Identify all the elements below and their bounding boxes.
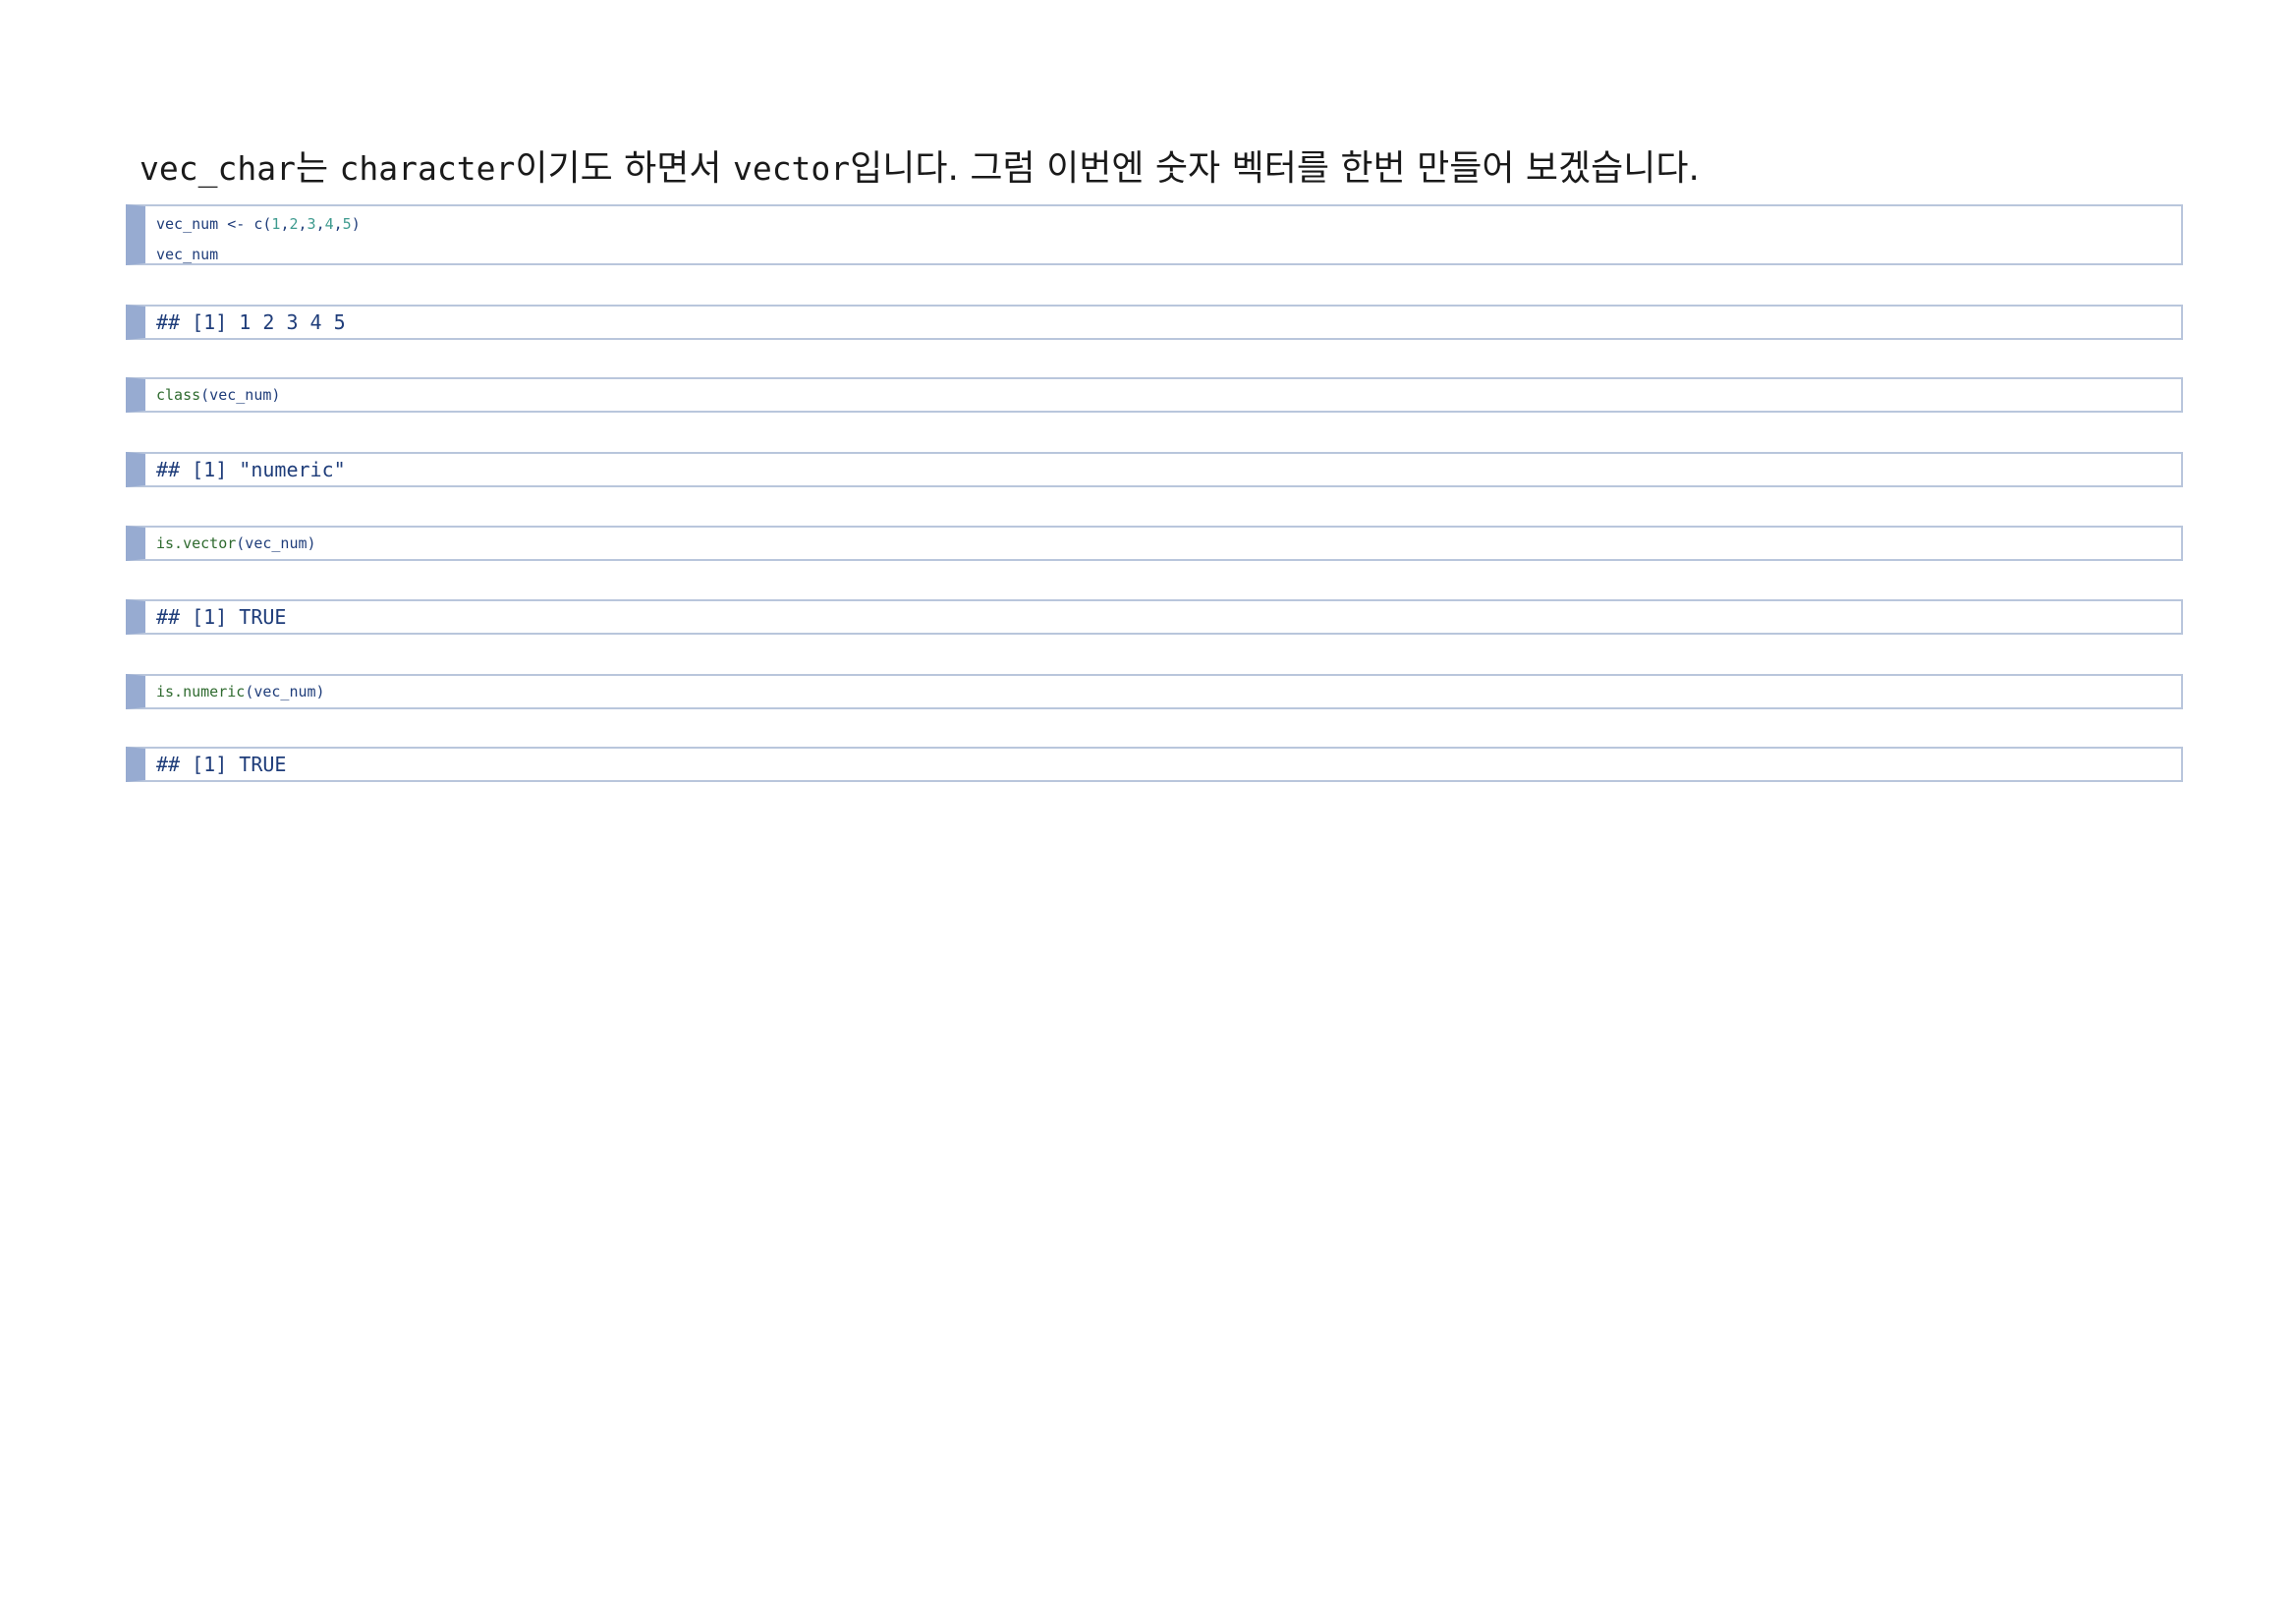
output-block-is-numeric[interactable]: ## [1] TRUE (126, 747, 2183, 782)
number-literal: 2 (289, 215, 299, 233)
code-token: vec_num (156, 246, 219, 263)
number-literal: 5 (342, 215, 352, 233)
intro-text-1: 는 (295, 148, 340, 189)
code-token: vec_num <- c( (156, 215, 272, 233)
code-block-is-vector[interactable]: is.vector(vec_num) (126, 526, 2183, 561)
code-block-is-numeric[interactable]: is.numeric(vec_num) (126, 674, 2183, 709)
function-name: is.numeric (156, 683, 246, 700)
intro-text-2: 이기도 하면서 (515, 148, 733, 189)
output-block-is-vector[interactable]: ## [1] TRUE (126, 599, 2183, 635)
code-block-assign[interactable]: vec_num <- c(1,2,3,4,5) vec_num (126, 204, 2183, 265)
inline-code-character: character (339, 149, 516, 188)
inline-code-vec-char: vec_char (140, 149, 296, 188)
code-line: class(vec_num) (145, 379, 2181, 414)
code-line: is.vector(vec_num) (145, 528, 2181, 562)
code-token: , (298, 215, 308, 233)
code-token: (vec_num) (236, 534, 316, 552)
output-block-values[interactable]: ## [1] 1 2 3 4 5 (126, 305, 2183, 340)
document-page: vec_char는 character이기도 하면서 vector입니다. 그럼… (0, 0, 2296, 1624)
code-token: , (315, 215, 325, 233)
output-block-class[interactable]: ## [1] "numeric" (126, 452, 2183, 487)
output-line: ## [1] "numeric" (156, 458, 346, 481)
intro-text-3: 입니다. 그럼 이번엔 숫자 벡터를 한번 만들어 보겠습니다. (850, 148, 1700, 189)
number-literal: 4 (324, 215, 334, 233)
code-token: , (333, 215, 343, 233)
output-line: ## [1] TRUE (156, 753, 287, 776)
function-name: is.vector (156, 534, 237, 552)
inline-code-vector: vector (732, 149, 851, 188)
output-line: ## [1] TRUE (156, 605, 287, 629)
code-token: ) (351, 215, 361, 233)
code-line: vec_num <- c(1,2,3,4,5) (145, 206, 2181, 243)
code-line: is.numeric(vec_num) (145, 676, 2181, 710)
number-literal: 3 (307, 215, 316, 233)
code-block-class[interactable]: class(vec_num) (126, 377, 2183, 413)
intro-paragraph: vec_char는 character이기도 하면서 vector입니다. 그럼… (140, 141, 2183, 196)
code-token: (vec_num) (245, 683, 325, 700)
code-token: (vec_num) (200, 386, 281, 404)
code-line: vec_num (145, 243, 2181, 273)
output-line: ## [1] 1 2 3 4 5 (156, 310, 346, 334)
function-name: class (156, 386, 201, 404)
